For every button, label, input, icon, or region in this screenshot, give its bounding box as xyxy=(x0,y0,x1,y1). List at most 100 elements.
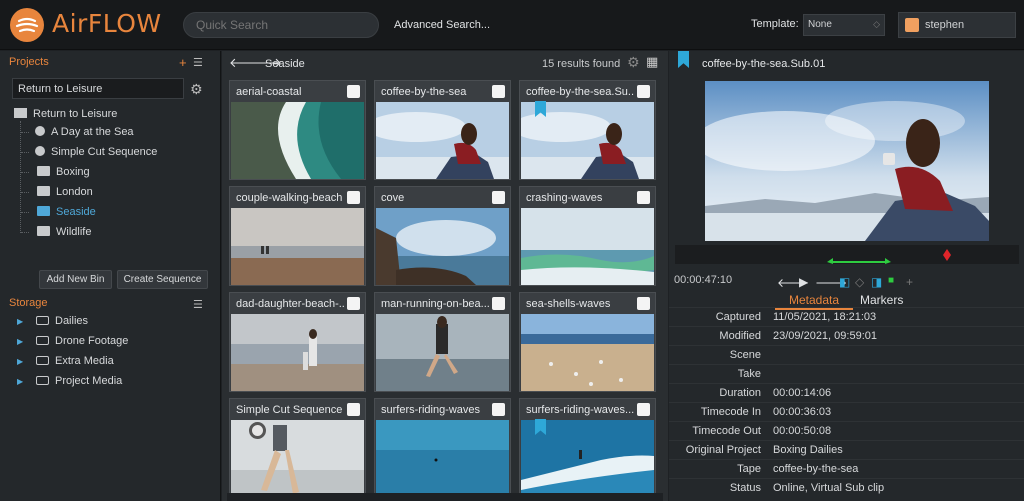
tile-checkbox[interactable] xyxy=(637,297,650,310)
tile-checkbox[interactable] xyxy=(347,85,360,98)
tile-thumbnail[interactable] xyxy=(376,208,509,285)
media-tile[interactable]: cove xyxy=(374,186,511,286)
media-tile[interactable]: crashing-waves xyxy=(519,186,656,286)
folder-icon xyxy=(37,206,50,216)
tile-thumbnail[interactable] xyxy=(231,102,364,179)
tile-checkbox[interactable] xyxy=(492,85,505,98)
tile-thumbnail[interactable] xyxy=(376,102,509,179)
media-tile[interactable]: sea-shells-waves xyxy=(519,292,656,392)
tile-thumbnail[interactable] xyxy=(231,208,364,285)
tile-thumbnail[interactable] xyxy=(231,314,364,391)
metadata-value[interactable]: coffee-by-the-sea xyxy=(773,463,858,475)
metadata-row: Take xyxy=(669,364,1024,383)
drive-icon xyxy=(36,376,49,385)
tree-branch xyxy=(21,232,29,233)
metadata-value[interactable]: 23/09/2021, 09:59:01 xyxy=(773,330,877,342)
tile-checkbox[interactable] xyxy=(637,85,650,98)
media-tile[interactable]: aerial-coastal xyxy=(229,80,366,180)
tree-item-sequence-day-at-sea[interactable]: A Day at the Sea xyxy=(35,126,134,138)
tile-title: aerial-coastal xyxy=(236,86,302,98)
tree-item-sequence-simple-cut[interactable]: Simple Cut Sequence xyxy=(35,146,157,158)
tab-metadata[interactable]: Metadata xyxy=(774,293,854,310)
tile-checkbox[interactable] xyxy=(637,403,650,416)
metadata-value[interactable]: Online, Virtual Sub clip xyxy=(773,482,884,494)
film-reel-icon xyxy=(249,422,266,439)
gear-icon[interactable]: ⚙ xyxy=(190,81,203,98)
gear-icon[interactable]: ⚙ xyxy=(627,54,640,71)
create-sequence-button[interactable]: Create Sequence xyxy=(117,270,208,289)
storage-item-extra-media[interactable]: Extra Media xyxy=(36,355,114,367)
tile-checkbox[interactable] xyxy=(492,191,505,204)
tree-item-project[interactable]: Return to Leisure xyxy=(14,108,117,120)
media-tile[interactable]: surfers-riding-waves xyxy=(374,398,511,498)
marker-icon[interactable]: ◇ xyxy=(855,275,864,289)
metadata-value[interactable]: 00:00:36:03 xyxy=(773,406,831,418)
storage-item-dailies[interactable]: Dailies xyxy=(36,315,88,327)
video-preview[interactable] xyxy=(705,81,989,241)
airflow-logo-icon[interactable] xyxy=(10,8,44,42)
media-tile[interactable]: man-running-on-bea... xyxy=(374,292,511,392)
list-view-icon[interactable]: ☰ xyxy=(193,56,203,69)
horizontal-scrollbar[interactable] xyxy=(227,493,663,501)
tile-thumbnail[interactable] xyxy=(521,420,654,497)
tree-item-bin-wildlife[interactable]: Wildlife xyxy=(37,226,91,238)
tile-checkbox[interactable] xyxy=(347,297,360,310)
tile-checkbox[interactable] xyxy=(492,403,505,416)
tile-checkbox[interactable] xyxy=(347,191,360,204)
sequence-icon xyxy=(35,126,45,136)
add-project-icon[interactable]: + xyxy=(179,55,187,70)
add-new-bin-button[interactable]: Add New Bin xyxy=(39,270,112,289)
media-tile[interactable]: dad-daughter-beach-... xyxy=(229,292,366,392)
quick-search-input[interactable] xyxy=(183,12,379,38)
play-icon[interactable]: ▶ xyxy=(799,275,808,289)
metadata-value[interactable]: Boxing Dailies xyxy=(773,444,843,456)
tile-thumbnail[interactable] xyxy=(521,102,654,179)
media-tile[interactable]: surfers-riding-waves.... xyxy=(519,398,656,498)
drive-icon xyxy=(36,356,49,365)
tree-item-bin-london[interactable]: London xyxy=(37,186,93,198)
metadata-value[interactable]: 11/05/2021, 18:21:03 xyxy=(773,311,876,323)
advanced-search-link[interactable]: Advanced Search... xyxy=(394,19,490,31)
tile-checkbox[interactable] xyxy=(347,403,360,416)
storage-item-label: Extra Media xyxy=(55,355,114,367)
tab-markers[interactable]: Markers xyxy=(860,293,903,307)
tree-item-label: Seaside xyxy=(56,206,96,218)
user-menu[interactable]: stephen xyxy=(898,12,1016,38)
expand-arrow-icon[interactable]: ▶ xyxy=(17,317,23,326)
tile-thumbnail[interactable] xyxy=(521,208,654,285)
add-marker-icon[interactable]: + xyxy=(906,275,913,289)
expand-arrow-icon[interactable]: ▶ xyxy=(17,377,23,386)
tree-item-bin-seaside[interactable]: Seaside xyxy=(37,206,96,218)
tile-thumbnail[interactable] xyxy=(521,314,654,391)
tile-checkbox[interactable] xyxy=(492,297,505,310)
metadata-key: Timecode Out xyxy=(692,425,761,437)
metadata-key: Captured xyxy=(715,311,761,323)
tile-title: sea-shells-waves xyxy=(526,298,611,310)
metadata-row: Duration 00:00:14:06 xyxy=(669,383,1024,402)
tree-item-bin-boxing[interactable]: Boxing xyxy=(37,166,90,178)
media-tile[interactable]: coffee-by-the-sea.Su... xyxy=(519,80,656,180)
grid-view-icon[interactable]: ▦ xyxy=(646,54,658,70)
metadata-key: Take xyxy=(737,368,761,380)
storage-options-icon[interactable]: ☰ xyxy=(193,298,203,311)
template-select[interactable]: None ◇ xyxy=(803,14,885,36)
tree-item-label: London xyxy=(56,186,93,198)
mark-out-icon[interactable]: ◨ xyxy=(871,275,882,289)
tile-thumbnail[interactable] xyxy=(376,314,509,391)
media-tile[interactable]: couple-walking-beach xyxy=(229,186,366,286)
tile-checkbox[interactable] xyxy=(637,191,650,204)
metadata-value[interactable]: 00:00:50:08 xyxy=(773,425,831,437)
expand-arrow-icon[interactable]: ▶ xyxy=(17,337,23,346)
mark-in-icon[interactable]: ◧ xyxy=(839,275,850,289)
clip-icon[interactable]: ■ xyxy=(888,275,894,286)
storage-item-drone-footage[interactable]: Drone Footage xyxy=(36,335,128,347)
tile-thumbnail[interactable] xyxy=(376,420,509,497)
media-tile[interactable]: Simple Cut Sequence xyxy=(229,398,366,498)
storage-item-project-media[interactable]: Project Media xyxy=(36,375,122,387)
viewer-panel: coffee-by-the-sea.Sub.01 00:00:47:10 🡐 ▶… xyxy=(669,51,1024,501)
project-selector[interactable]: Return to Leisure xyxy=(12,78,184,99)
expand-arrow-icon[interactable]: ▶ xyxy=(17,357,23,366)
timeline-scrubber[interactable] xyxy=(675,245,1019,264)
media-tile[interactable]: coffee-by-the-sea xyxy=(374,80,511,180)
metadata-value[interactable]: 00:00:14:06 xyxy=(773,387,831,399)
